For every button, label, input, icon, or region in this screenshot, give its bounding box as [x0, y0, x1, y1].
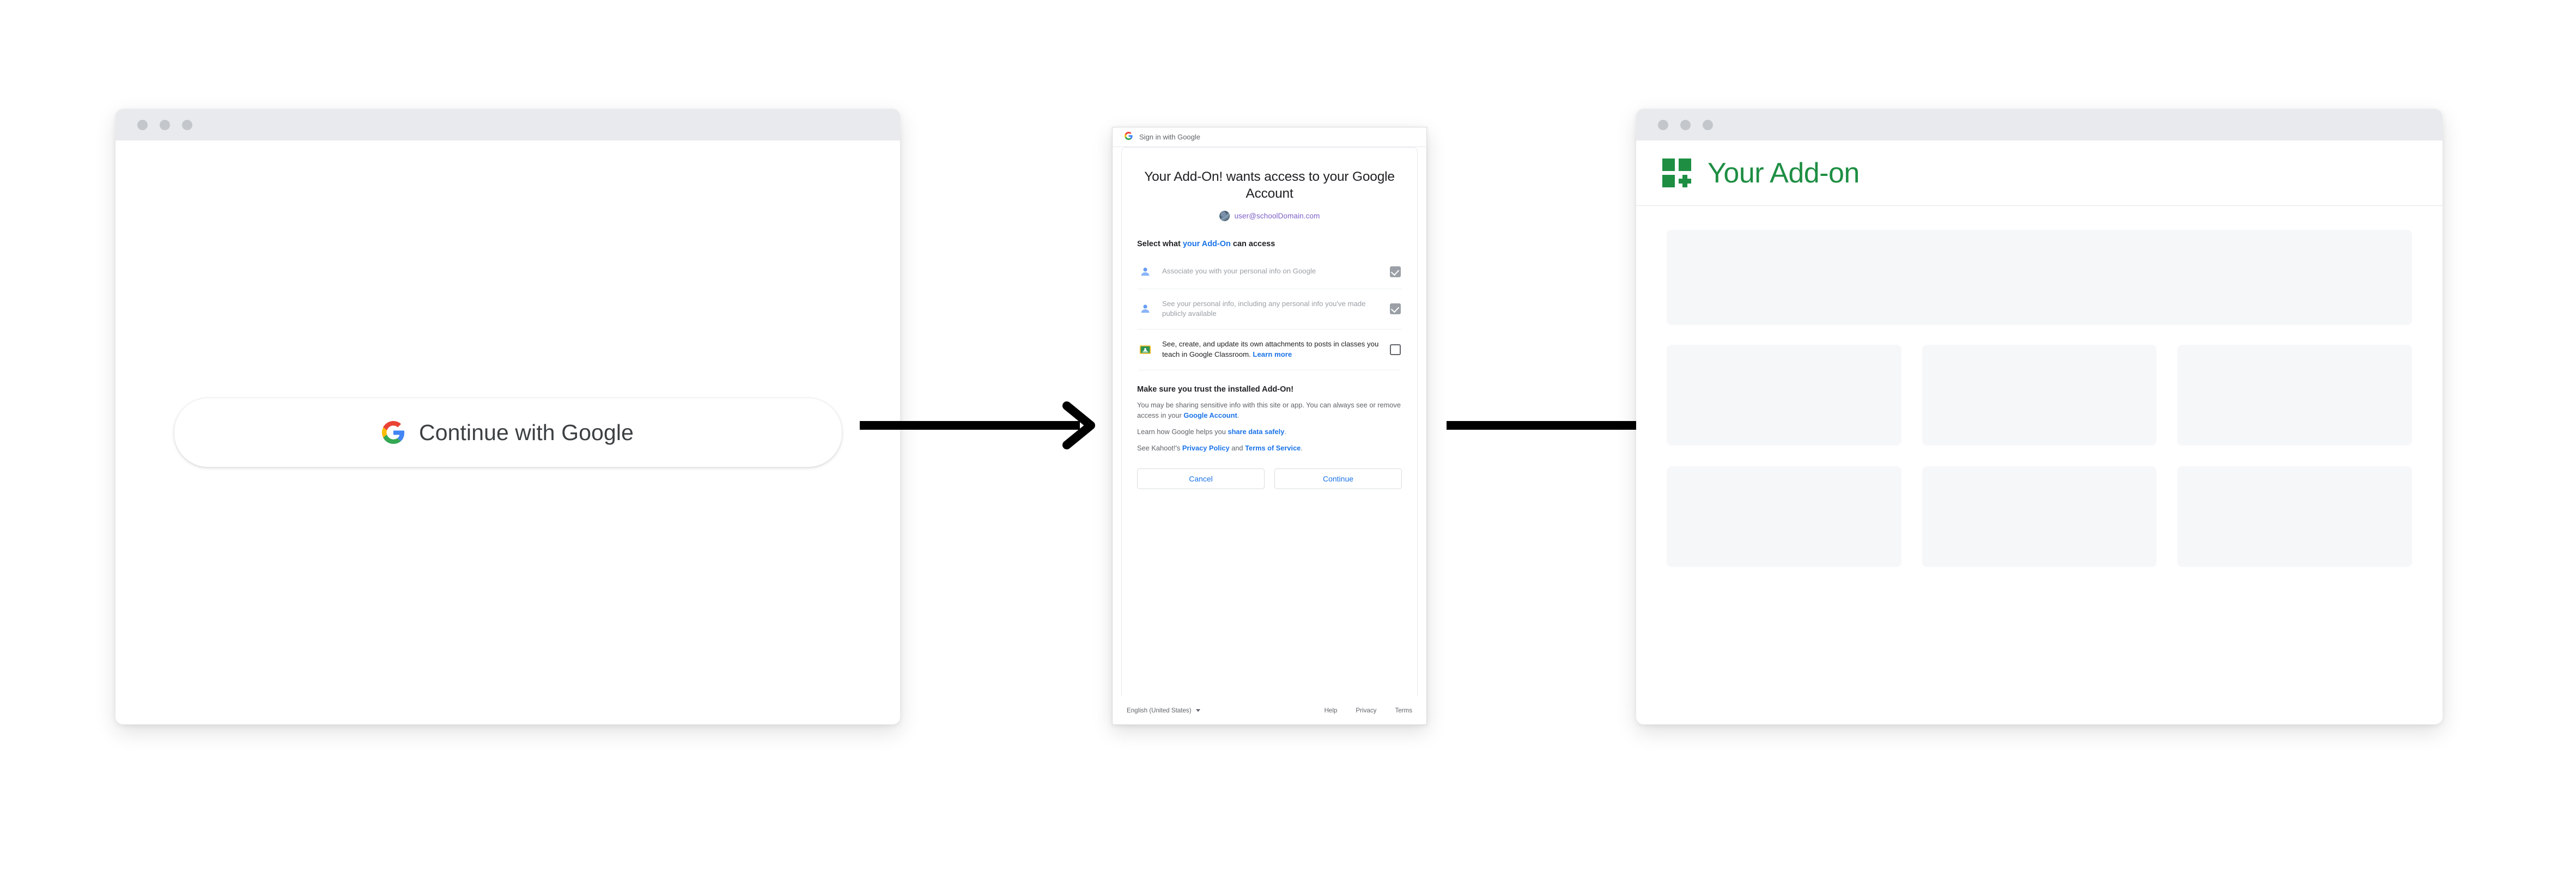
footer-links: Help Privacy Terms: [1325, 707, 1412, 714]
content-placeholder-hero: [1667, 230, 2412, 325]
addon-content-area: [1636, 206, 2443, 724]
continue-with-google-label: Continue with Google: [418, 419, 634, 445]
addon-app-header: Your Add-on: [1636, 141, 2443, 206]
addon-grid-plus-icon: [1662, 158, 1691, 187]
oauth-consent-dialog: Sign in with Google Your Add-On! wants a…: [1112, 127, 1427, 725]
chevron-down-icon: [1195, 709, 1200, 712]
permission-row: Associate you with your personal info on…: [1137, 255, 1402, 289]
addon-name-link[interactable]: your Add-On: [1183, 240, 1231, 248]
content-placeholder-card: [2177, 466, 2412, 567]
select-access-post: can access: [1230, 239, 1275, 248]
permissions-list: Associate you with your personal info on…: [1137, 255, 1402, 370]
permission-checkbox: [1390, 303, 1401, 315]
permission-text: See, create, and update its own attachme…: [1162, 339, 1380, 359]
signin-browser-window: Continue with Google: [116, 109, 900, 724]
trust-paragraph-1: You may be sharing sensitive info with t…: [1137, 400, 1402, 420]
minimize-dot[interactable]: [1680, 119, 1691, 130]
trust-paragraph-3: See Kahoot!'s Privacy Policy and Terms o…: [1137, 443, 1402, 453]
trust-p1-a: You may be sharing sensitive info with t…: [1137, 400, 1401, 419]
addon-browser-window: Your Add-on: [1636, 109, 2443, 724]
addon-window-body: Your Add-on: [1636, 141, 2443, 724]
trust-p2-b: .: [1284, 428, 1286, 436]
account-chip[interactable]: user@schoolDomain.com: [1137, 210, 1402, 221]
window-titlebar: [1636, 109, 2443, 141]
oauth-dialog-header: Sign in with Google: [1113, 127, 1426, 147]
trust-paragraph-2: Learn how Google helps you share data sa…: [1137, 426, 1402, 437]
continue-with-google-button[interactable]: Continue with Google: [173, 398, 842, 467]
user-avatar: [1219, 210, 1230, 221]
google-g-icon: [1125, 131, 1133, 143]
consent-button-row: Cancel Continue: [1137, 468, 1402, 490]
cancel-button[interactable]: Cancel: [1137, 468, 1265, 490]
maximize-dot[interactable]: [182, 119, 192, 130]
select-access-label: Select what your Add-On can access: [1137, 240, 1402, 248]
trust-p1-b: .: [1237, 411, 1240, 419]
window-titlebar: [116, 109, 900, 141]
flow-arrow-1: [860, 400, 1099, 453]
terms-link[interactable]: Terms: [1395, 707, 1412, 714]
content-placeholder-card: [1922, 345, 2157, 446]
trust-p3-mid: and: [1229, 444, 1246, 453]
minimize-dot[interactable]: [160, 119, 170, 130]
learn-more-link[interactable]: Learn more: [1253, 350, 1292, 358]
close-dot[interactable]: [137, 119, 148, 130]
privacy-policy-link[interactable]: Privacy Policy: [1182, 444, 1230, 452]
oauth-dialog-footer: English (United States) Help Privacy Ter…: [1113, 696, 1426, 724]
oauth-consent-card: Your Add-On! wants access to your Google…: [1121, 147, 1418, 696]
account-email: user@schoolDomain.com: [1234, 211, 1320, 220]
content-placeholder-card: [1667, 345, 1901, 446]
terms-of-service-link[interactable]: Terms of Service: [1245, 444, 1301, 452]
signin-window-body: Continue with Google: [116, 141, 900, 724]
permission-row: See your personal info, including any pe…: [1137, 288, 1402, 329]
flow-diagram: Continue with Google Sign in with Google: [0, 0, 2576, 878]
person-icon: [1138, 265, 1152, 279]
permission-checkbox: [1390, 266, 1401, 277]
permission-row[interactable]: See, create, and update its own attachme…: [1137, 329, 1402, 369]
trust-p3-b: .: [1301, 444, 1303, 453]
help-link[interactable]: Help: [1325, 707, 1338, 714]
content-placeholder-card: [1667, 466, 1901, 567]
google-g-icon: [381, 421, 405, 444]
trust-p3-a: See Kahoot!'s: [1137, 444, 1182, 453]
trust-heading: Make sure you trust the installed Add-On…: [1137, 385, 1294, 394]
continue-button[interactable]: Continue: [1274, 468, 1402, 490]
person-icon: [1138, 302, 1152, 316]
permission-text: See your personal info, including any pe…: [1162, 299, 1366, 318]
google-classroom-icon: [1138, 343, 1152, 357]
trust-p2-a: Learn how Google helps you: [1137, 428, 1228, 436]
content-placeholder-card: [2177, 345, 2412, 446]
share-data-safely-link[interactable]: share data safely: [1228, 428, 1284, 436]
language-selector[interactable]: English (United States): [1127, 707, 1200, 714]
permission-text: Associate you with your personal info on…: [1162, 267, 1316, 276]
google-account-link[interactable]: Google Account: [1183, 411, 1237, 419]
addon-app-title: Your Add-on: [1708, 157, 1860, 189]
select-access-pre: Select what: [1137, 239, 1183, 248]
content-placeholder-card: [1922, 466, 2157, 567]
language-label: English (United States): [1127, 707, 1192, 714]
content-placeholder-grid: [1667, 345, 2412, 567]
consent-title: Your Add-On! wants access to your Google…: [1144, 169, 1395, 202]
close-dot[interactable]: [1658, 119, 1668, 130]
permission-checkbox[interactable]: [1390, 344, 1401, 355]
sign-in-with-google-label: Sign in with Google: [1139, 133, 1201, 141]
privacy-link[interactable]: Privacy: [1356, 707, 1376, 714]
maximize-dot[interactable]: [1703, 119, 1713, 130]
